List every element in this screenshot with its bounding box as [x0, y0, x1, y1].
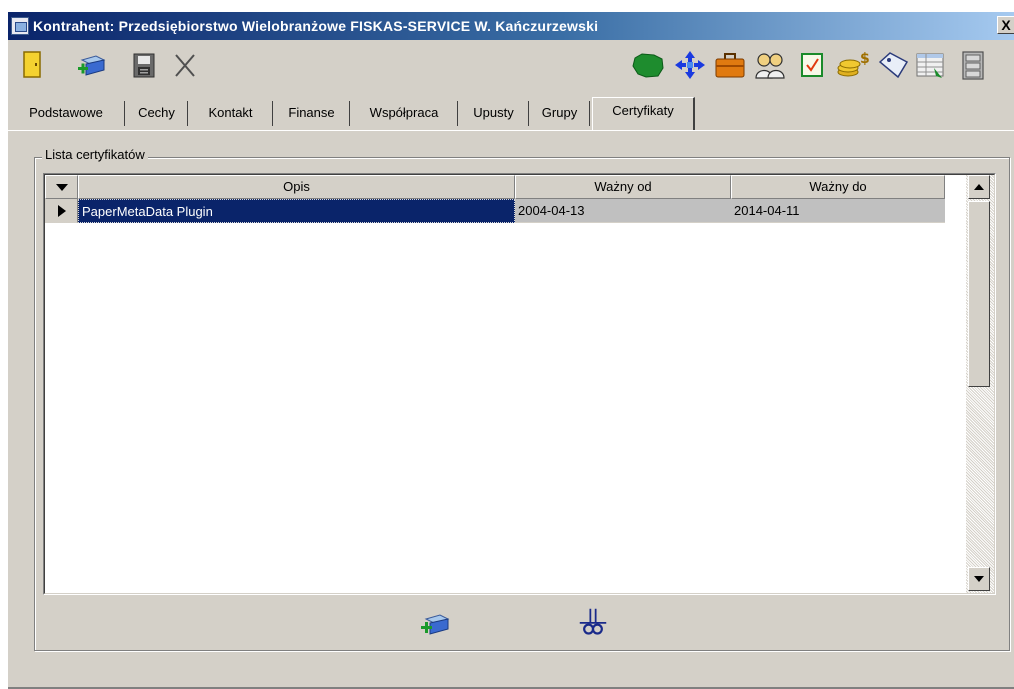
title-bar[interactable]: Kontrahent: Przedsiębiorstwo Wielobranżo… [8, 12, 1014, 40]
tag-label-icon[interactable] [876, 50, 910, 80]
tab-wspolpraca[interactable]: Współpraca [351, 101, 458, 126]
current-row-arrow-icon [58, 205, 66, 217]
tab-kontakt[interactable]: Kontakt [189, 101, 273, 126]
app-window-icon [11, 17, 29, 35]
column-header-wazny-do[interactable]: Ważny do [731, 175, 945, 199]
coins-money-icon[interactable]: $ [836, 50, 872, 80]
tab-upusty[interactable]: Upusty [459, 101, 529, 126]
tab-grupy[interactable]: Grupy [530, 101, 590, 126]
scroll-down-button[interactable] [968, 567, 990, 591]
arrow-up-icon [974, 184, 984, 190]
tab-page-certyfikaty: Lista certyfikatów Opis Ważny od Ważny d… [8, 130, 1014, 689]
scroll-up-button[interactable] [968, 175, 990, 199]
dropdown-triangle-icon [55, 184, 68, 191]
table-grid-icon[interactable] [914, 50, 948, 80]
row-indicator-header[interactable] [45, 175, 78, 199]
tab-cechy[interactable]: Cechy [126, 101, 188, 126]
contacts-people-icon[interactable] [753, 50, 787, 80]
briefcase-icon[interactable] [713, 50, 747, 80]
add-item-icon[interactable] [76, 50, 106, 80]
groupbox-legend: Lista certyfikatów [42, 147, 148, 163]
add-certificate-icon[interactable] [418, 609, 452, 639]
scrollbar-thumb[interactable] [968, 201, 990, 387]
main-window: Kontrahent: Przedsiębiorstwo Wielobranżo… [7, 12, 1014, 689]
arrow-down-icon [974, 576, 984, 582]
navigate-arrows-icon[interactable] [673, 50, 707, 80]
svg-text:$: $ [860, 51, 870, 67]
cut-scissors-icon[interactable] [576, 607, 610, 637]
certificates-grid[interactable]: Opis Ważny od Ważny do PaperMetaData Plu… [43, 173, 996, 595]
tab-certyfikaty[interactable]: Certyfikaty [592, 97, 695, 130]
vertical-scrollbar[interactable] [966, 175, 994, 593]
tab-podstawowe[interactable]: Podstawowe [8, 101, 125, 126]
close-button[interactable]: X [997, 16, 1014, 34]
save-icon[interactable] [130, 50, 160, 80]
table-cell-opis[interactable]: PaperMetaData Plugin [78, 199, 515, 223]
tab-finanse[interactable]: Finanse [274, 101, 350, 126]
table-cell-wazny-od[interactable]: 2004-04-13 [515, 199, 731, 223]
row-indicator[interactable] [45, 199, 78, 223]
cancel-x-icon[interactable] [170, 50, 200, 80]
map-poland-icon[interactable] [630, 50, 666, 80]
toolbar: $ [8, 40, 1014, 90]
tab-strip: Podstawowe Cechy Kontakt Finanse Współpr… [8, 90, 1014, 130]
exit-door-icon[interactable] [16, 50, 46, 80]
column-header-wazny-od[interactable]: Ważny od [515, 175, 731, 199]
filing-cabinet-icon[interactable] [956, 50, 990, 80]
window-title: Kontrahent: Przedsiębiorstwo Wielobranżo… [33, 18, 599, 34]
grid-frame: Opis Ważny od Ważny do PaperMetaData Plu… [44, 174, 995, 594]
checklist-icon[interactable] [798, 50, 828, 80]
column-header-opis[interactable]: Opis [78, 175, 515, 199]
table-cell-wazny-do[interactable]: 2014-04-11 [731, 199, 945, 223]
